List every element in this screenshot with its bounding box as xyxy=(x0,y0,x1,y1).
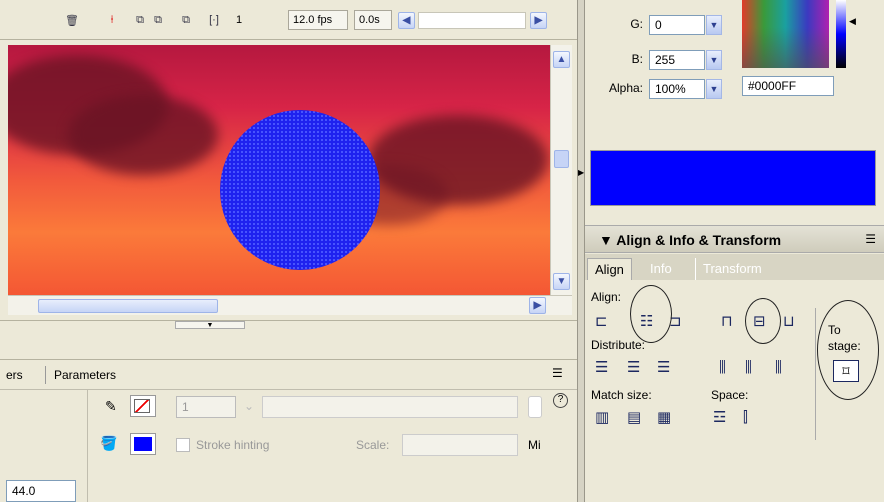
distribute-top-icon[interactable]: ☰ xyxy=(595,358,608,376)
custom-stroke-button[interactable] xyxy=(528,396,542,418)
tab-transform[interactable]: Transform xyxy=(695,258,769,280)
distribute-bottom-icon[interactable]: ☰ xyxy=(657,358,670,376)
distribute-label: Distribute: xyxy=(591,338,646,352)
stroke-color-swatch[interactable] xyxy=(130,395,156,417)
align-label: Align: xyxy=(591,290,622,304)
match-size-label: Match size: xyxy=(591,388,652,402)
playhead-icon[interactable]: ⍿ xyxy=(104,12,120,28)
stroke-hinting-label: Stroke hinting xyxy=(196,438,270,452)
distribute-horizontal-center-icon[interactable]: ⫼ xyxy=(745,358,752,376)
expand-triangle-icon: ▼ xyxy=(599,232,617,248)
elapsed-time: 0.0s xyxy=(354,10,392,30)
center-frame-icon[interactable]: ⧉ xyxy=(132,12,148,28)
match-width-height-icon[interactable]: ▦ xyxy=(657,408,671,426)
paint-bucket-icon: 🪣 xyxy=(100,435,118,451)
cloud-shape xyxy=(68,95,218,175)
b-label: B: xyxy=(631,52,643,66)
b-field[interactable]: 255 xyxy=(649,50,705,70)
distribute-vertical-center-icon[interactable]: ☰ xyxy=(627,358,640,376)
properties-tab-bar: ers Parameters ☰ xyxy=(0,360,577,390)
selected-circle-shape[interactable] xyxy=(220,110,380,270)
tab-parameters[interactable]: Parameters xyxy=(54,368,116,382)
fill-color-swatch[interactable] xyxy=(130,433,156,455)
collapse-arrow-icon[interactable]: ▼ xyxy=(175,321,245,329)
match-height-icon[interactable]: ▤ xyxy=(627,408,641,426)
expand-arrow-icon[interactable]: ▶ xyxy=(578,168,584,177)
annotation-circle xyxy=(817,300,879,400)
tab-properties[interactable]: ers xyxy=(6,368,23,382)
onion-skin-icon[interactable]: ⧉ xyxy=(150,12,166,28)
scroll-thumb[interactable] xyxy=(554,150,569,168)
timeline-toolbar: 🗑 ⍿ ⧉ ⧉ ⧉ [·] 1 12.0 fps 0.0s ◀ ▶ xyxy=(0,0,577,40)
stage-canvas[interactable] xyxy=(8,45,550,295)
panel-splitter[interactable]: ▶ xyxy=(577,0,585,502)
g-label: G: xyxy=(630,17,643,31)
color-preview-swatch xyxy=(590,150,876,206)
scale-dropdown[interactable] xyxy=(402,434,518,456)
align-panel-header[interactable]: ▼ Align & Info & Transform ☰ xyxy=(585,225,884,253)
tab-info[interactable]: Info xyxy=(643,258,679,280)
align-top-icon[interactable]: ⊓ xyxy=(721,312,733,330)
width-field[interactable]: 44.0 xyxy=(6,480,76,502)
properties-panel: ✎ 1 ⌄ ? 🪣 Stroke hinting Scale: Mi 44.0 xyxy=(0,390,577,502)
annotation-circle xyxy=(745,298,781,344)
pencil-icon: ✎ xyxy=(105,398,117,414)
color-spectrum-picker[interactable] xyxy=(742,0,829,68)
distribute-right-icon[interactable]: ⫼ xyxy=(775,358,782,376)
no-color-icon xyxy=(134,399,150,413)
edit-multiple-frames-icon[interactable]: [·] xyxy=(206,12,222,28)
stage-horizontal-scrollbar[interactable]: ▶ xyxy=(8,295,572,315)
panel-title: Align & Info & Transform xyxy=(616,232,782,248)
space-label: Space: xyxy=(711,388,749,402)
scroll-up-button[interactable]: ▲ xyxy=(553,51,570,68)
scroll-down-button[interactable]: ▼ xyxy=(553,273,570,290)
right-panel: G: 0 ▼ B: 255 ▼ Alpha: 100% ▼ ◀ #0000FF … xyxy=(585,0,884,502)
onion-outline-icon[interactable]: ⧉ xyxy=(178,12,194,28)
tab-align[interactable]: Align xyxy=(587,258,632,280)
timeline-scrollbar-track[interactable] xyxy=(418,12,526,29)
distribute-left-icon[interactable]: ⫼ xyxy=(719,358,726,376)
alpha-field[interactable]: 100% xyxy=(649,79,705,99)
chevron-down-icon: ⌄ xyxy=(243,399,255,413)
stroke-style-dropdown[interactable] xyxy=(262,396,518,418)
annotation-circle xyxy=(630,285,672,343)
tab-separator xyxy=(45,366,46,384)
align-bottom-icon[interactable]: ⊔ xyxy=(783,312,795,330)
stage-vertical-scrollbar[interactable]: ▲ ▼ xyxy=(550,45,572,295)
trash-icon[interactable]: 🗑 xyxy=(64,12,80,28)
panel-menu-icon[interactable]: ☰ xyxy=(865,232,876,246)
alpha-label: Alpha: xyxy=(608,81,643,95)
space-horizontal-icon[interactable]: ⫿ xyxy=(743,408,748,426)
scroll-right-button[interactable]: ▶ xyxy=(529,297,546,314)
align-left-icon[interactable]: ⊏ xyxy=(595,312,608,330)
stroke-hinting-checkbox[interactable] xyxy=(176,438,190,452)
stroke-size-field[interactable]: 1 xyxy=(176,396,236,418)
stage-separator xyxy=(815,308,816,440)
scroll-left-button[interactable]: ◀ xyxy=(398,12,415,29)
hex-field[interactable]: #0000FF xyxy=(742,76,834,96)
scroll-thumb[interactable] xyxy=(38,299,218,313)
match-width-icon[interactable]: ▥ xyxy=(595,408,609,426)
scroll-right-button[interactable]: ▶ xyxy=(530,12,547,29)
chevron-down-icon[interactable]: ▼ xyxy=(706,50,722,70)
current-frame: 1 xyxy=(236,14,243,26)
fill-color-chip xyxy=(134,437,152,451)
frame-rate: 12.0 fps xyxy=(288,10,348,30)
chevron-down-icon[interactable]: ▼ xyxy=(706,79,722,99)
brightness-slider[interactable] xyxy=(836,0,846,68)
help-icon[interactable]: ? xyxy=(553,393,568,408)
panel-divider: ▼ xyxy=(0,320,577,360)
chevron-down-icon[interactable]: ▼ xyxy=(706,15,722,35)
miter-label: Mi xyxy=(528,438,541,452)
panel-menu-icon[interactable]: ☰ xyxy=(552,366,563,380)
scale-label: Scale: xyxy=(356,438,390,452)
slider-arrow-icon[interactable]: ◀ xyxy=(849,16,856,27)
space-vertical-icon[interactable]: ☲ xyxy=(713,408,726,426)
g-field[interactable]: 0 xyxy=(649,15,705,35)
